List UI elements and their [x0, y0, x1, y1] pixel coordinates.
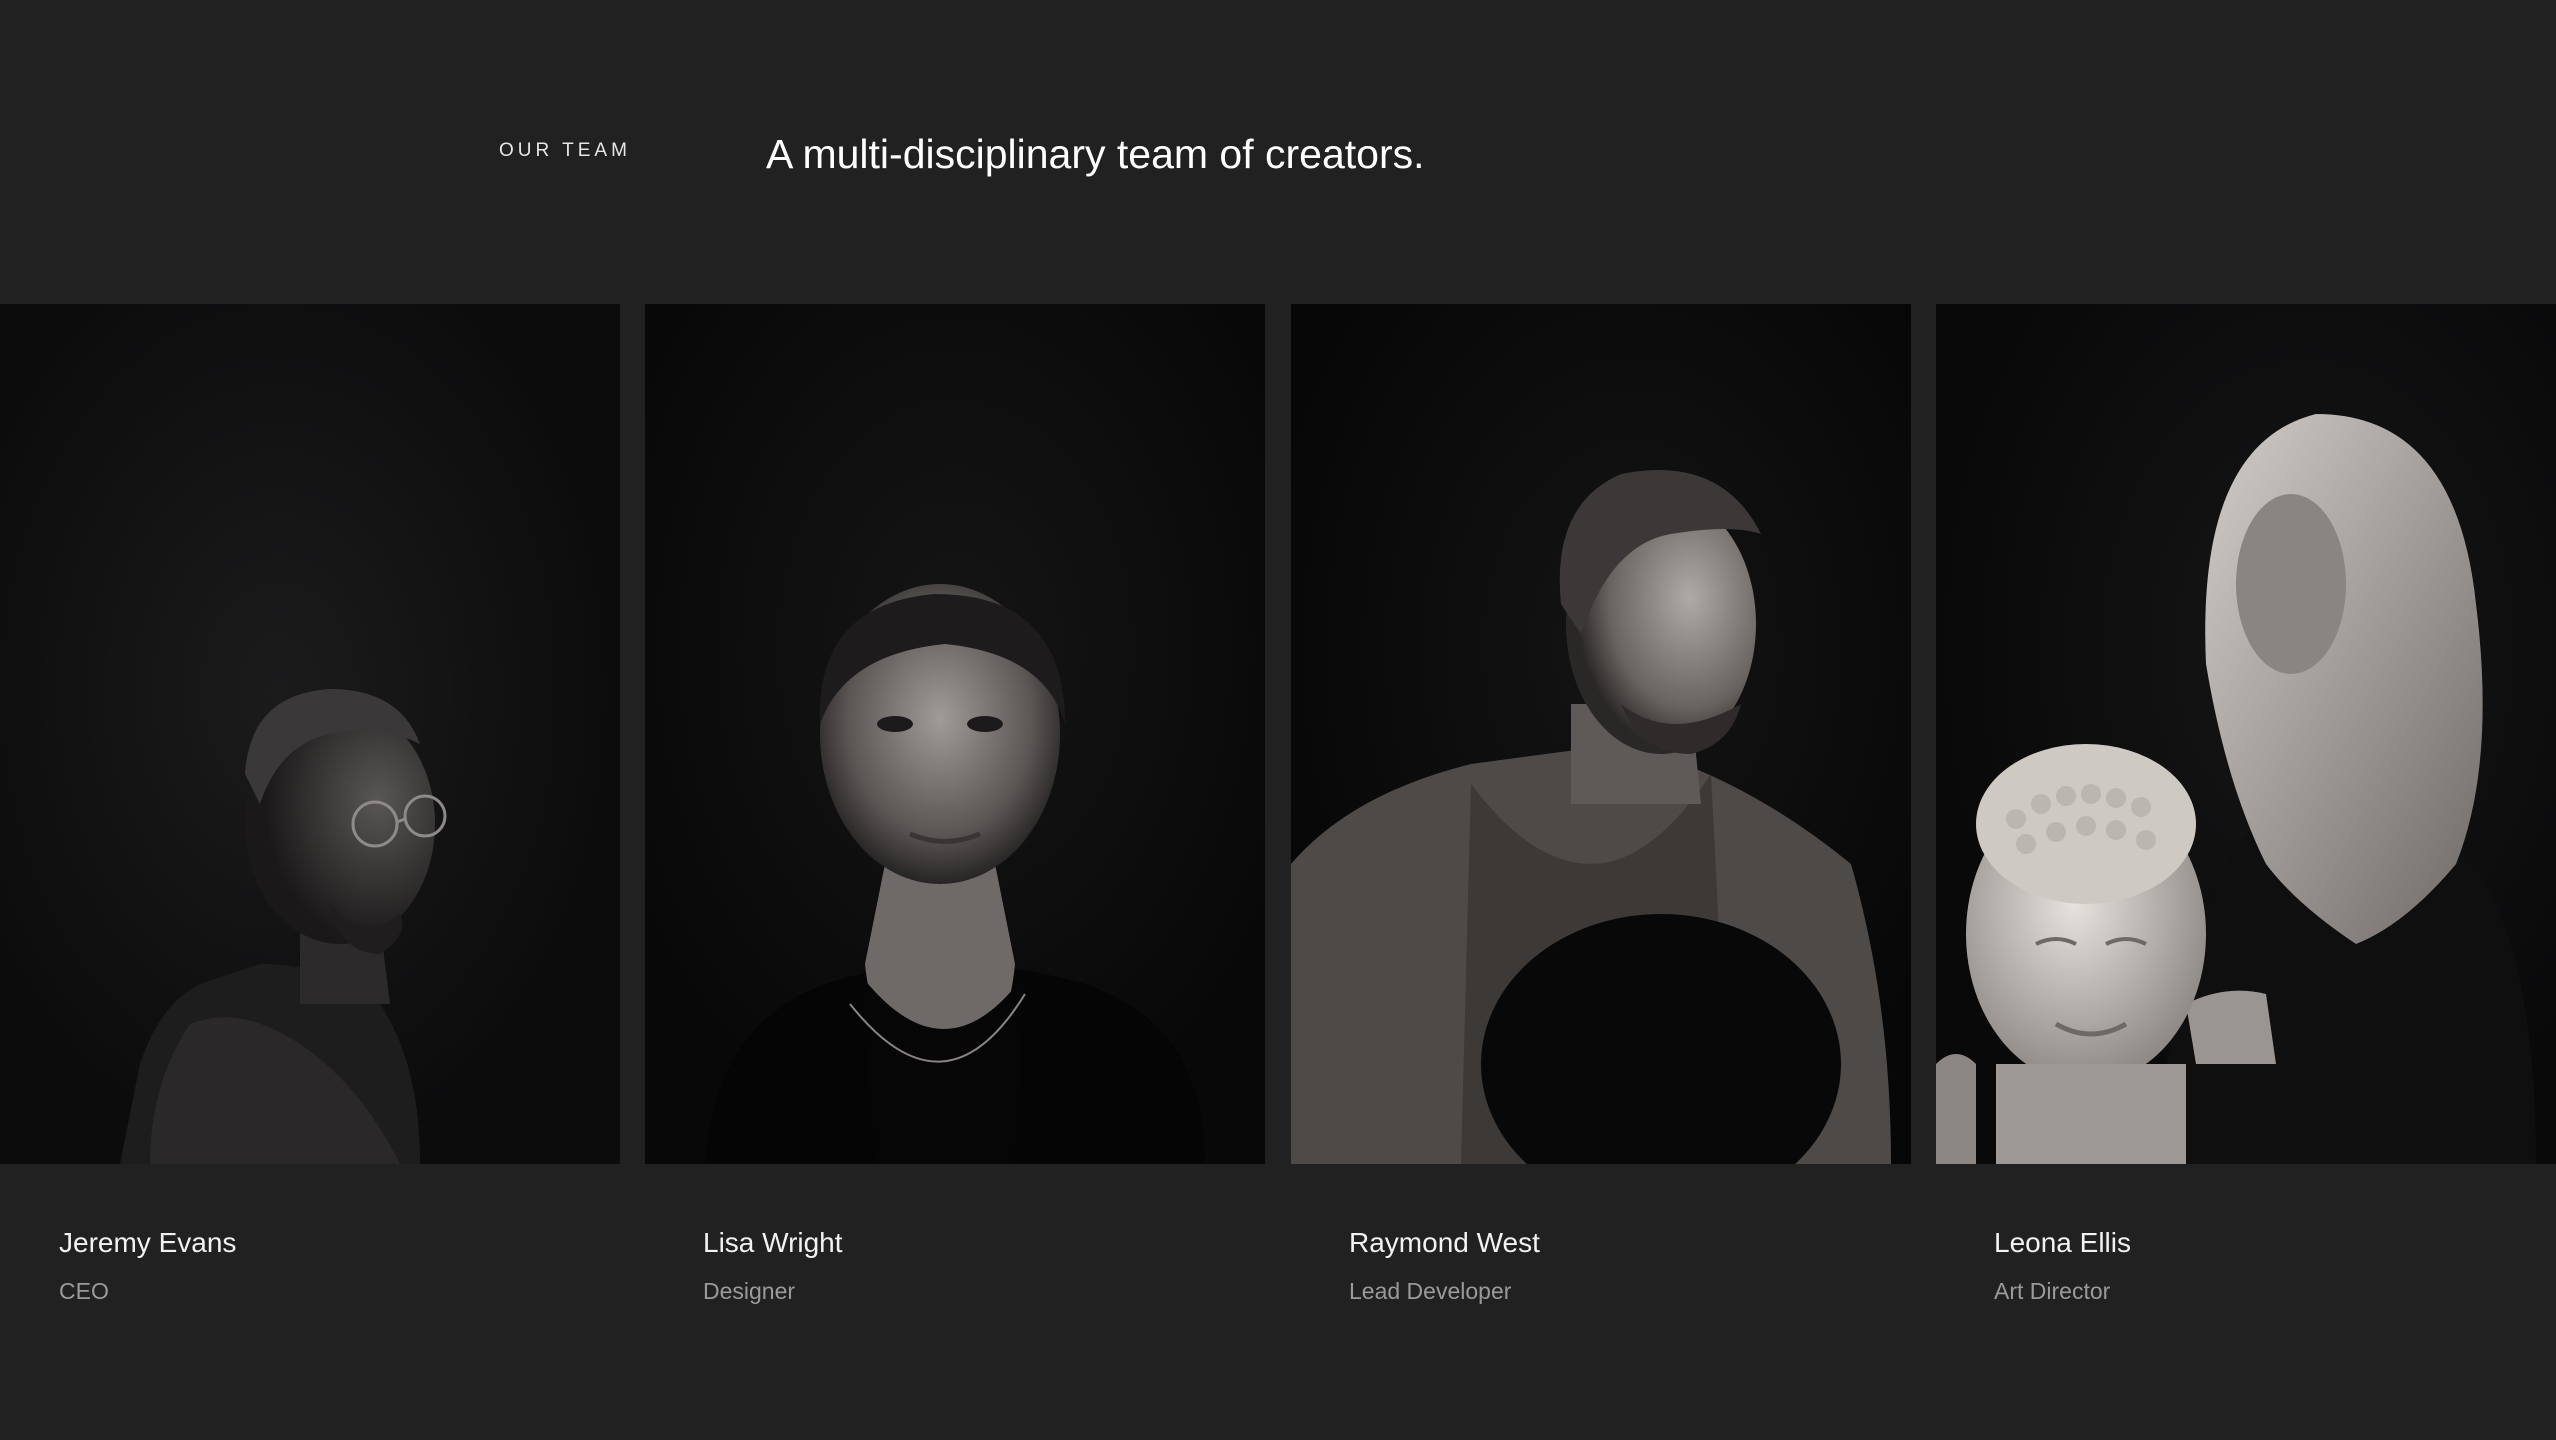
section-headline: A multi-disciplinary team of creators.: [766, 131, 1425, 177]
team-member-photo[interactable]: [1936, 304, 2556, 1164]
team-member-name[interactable]: Leona Ellis: [1994, 1226, 2131, 1260]
team-member-name[interactable]: Jeremy Evans: [59, 1226, 236, 1260]
section-eyebrow: OUR TEAM: [499, 140, 631, 161]
team-member-role: Art Director: [1994, 1278, 2111, 1304]
team-member-role: CEO: [59, 1278, 109, 1304]
team-member-card[interactable]: Lisa Wright Designer: [645, 304, 1265, 1304]
portrait-man-glasses-icon: [0, 304, 620, 1164]
team-member-name[interactable]: Lisa Wright: [703, 1226, 843, 1260]
team-member-role: Lead Developer: [1349, 1278, 1512, 1304]
team-member-card[interactable]: Jeremy Evans CEO: [0, 304, 620, 1304]
team-grid: Jeremy Evans CEO Lisa Wright Designer Ra…: [0, 304, 2556, 1304]
team-member-card[interactable]: Raymond West Lead Developer: [1291, 304, 1911, 1304]
portrait-woman-buddha-bust-icon: [1936, 304, 2556, 1164]
team-member-name[interactable]: Raymond West: [1349, 1226, 1540, 1260]
team-member-photo[interactable]: [1291, 304, 1911, 1164]
portrait-man-hat-icon: [1291, 304, 1911, 1164]
team-member-photo[interactable]: [0, 304, 620, 1164]
portrait-woman-short-hair-icon: [645, 304, 1265, 1164]
team-member-photo[interactable]: [645, 304, 1265, 1164]
team-member-card[interactable]: Leona Ellis Art Director: [1936, 304, 2556, 1304]
team-member-role: Designer: [703, 1278, 796, 1304]
